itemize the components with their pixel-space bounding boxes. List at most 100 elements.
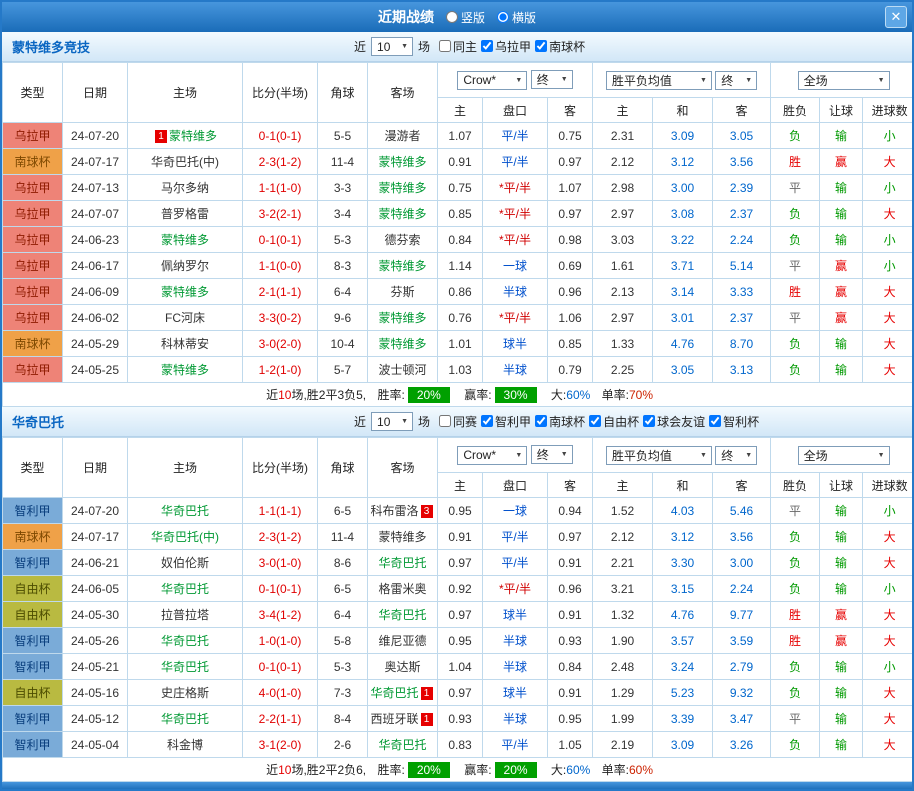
filter-checkbox[interactable]: 南球杯 xyxy=(535,38,585,55)
asian-home-odds-cell: 1.04 xyxy=(438,654,483,680)
layout-radio-horizontal-input[interactable] xyxy=(497,11,509,23)
handicap-win-rate-label: 赢率: xyxy=(464,388,491,402)
win-rate-badge: 20% xyxy=(408,762,450,778)
team-name: 马尔多纳 xyxy=(161,181,209,195)
score-cell: 2-1(1-1) xyxy=(243,279,318,305)
handicap-cell: 半球 xyxy=(483,654,548,680)
asian-away-odds-cell: 0.75 xyxy=(548,123,593,149)
europe-home-odds-cell: 2.25 xyxy=(593,357,653,383)
result-cell: 负 xyxy=(771,227,820,253)
europe-draw-odds-cell: 3.15 xyxy=(653,576,713,602)
filter-checkbox-input[interactable] xyxy=(481,40,493,52)
layout-radio-vertical-input[interactable] xyxy=(446,11,458,23)
layout-radio-horizontal[interactable]: 横版 xyxy=(497,9,536,26)
europe-stage-dropdown[interactable]: 终▼ xyxy=(715,71,757,90)
scope-dropdown[interactable]: 全场▼ xyxy=(798,446,890,465)
europe-draw-odds-cell: 3.09 xyxy=(653,123,713,149)
filter-checkbox[interactable]: 同赛 xyxy=(439,413,477,430)
col-header-corner: 角球 xyxy=(318,438,368,498)
filter-checkbox-label: 乌拉甲 xyxy=(495,38,531,55)
europe-odds-dropdown[interactable]: 胜平负均值▼ xyxy=(606,446,712,465)
team-name: 蒙特维多 xyxy=(161,363,209,377)
score-cell: 3-2(2-1) xyxy=(243,201,318,227)
filter-checkbox-input[interactable] xyxy=(481,415,493,427)
match-row: 乌拉甲24-06-17佩纳罗尔1-1(0-0)8-3蒙特维多1.14一球0.69… xyxy=(3,253,914,279)
filter-checkbox[interactable]: 自由杯 xyxy=(589,413,639,430)
filter-checkbox-input[interactable] xyxy=(535,415,547,427)
filter-checkbox-input[interactable] xyxy=(643,415,655,427)
filter-checkbox-input[interactable] xyxy=(535,40,547,52)
filter-checkbox-input[interactable] xyxy=(439,40,451,52)
asian-home-odds-cell: 0.97 xyxy=(438,680,483,706)
date-cell: 24-07-17 xyxy=(63,524,128,550)
europe-draw-odds-cell: 3.09 xyxy=(653,732,713,758)
team-name: 拉普拉塔 xyxy=(161,608,209,622)
filter-checkbox-input[interactable] xyxy=(709,415,721,427)
match-row: 乌拉甲24-07-13马尔多纳1-1(1-0)3-3蒙特维多0.75*平/半1.… xyxy=(3,175,914,201)
filter-checkbox[interactable]: 乌拉甲 xyxy=(481,38,531,55)
europe-stage-value: 终 xyxy=(721,72,733,89)
filter-checkbox[interactable]: 南球杯 xyxy=(535,413,585,430)
filter-checkbox-input[interactable] xyxy=(439,415,451,427)
league-cell: 智利甲 xyxy=(3,732,63,758)
odds-stage-dropdown[interactable]: 终▼ xyxy=(531,445,573,464)
filter-checkbox[interactable]: 智利杯 xyxy=(709,413,759,430)
europe-home-odds-cell: 1.61 xyxy=(593,253,653,279)
handicap-result-cell: 输 xyxy=(820,227,863,253)
asian-odds-group-header: Crow*▼ 终▼ xyxy=(438,438,593,473)
away-team-cell: 华奇巴托 xyxy=(368,732,438,758)
team-name: 华奇巴托 xyxy=(161,660,209,674)
asian-away-odds-cell: 0.98 xyxy=(548,227,593,253)
match-count-dropdown[interactable]: 10 ▼ xyxy=(371,412,413,431)
corner-cell: 8-4 xyxy=(318,706,368,732)
asian-home-odds-cell: 0.97 xyxy=(438,602,483,628)
chevron-down-icon: ▼ xyxy=(515,452,522,459)
away-team-cell: 蒙特维多 xyxy=(368,305,438,331)
europe-stage-dropdown[interactable]: 终▼ xyxy=(715,446,757,465)
scope-dropdown[interactable]: 全场▼ xyxy=(798,71,890,90)
goals-result-cell: 大 xyxy=(863,357,914,383)
results-tbody: 乌拉甲24-07-201蒙特维多0-1(0-1)5-5漫游者1.07平/半0.7… xyxy=(3,123,914,383)
filter-checkbox[interactable]: 球会友谊 xyxy=(643,413,705,430)
corner-cell: 5-8 xyxy=(318,628,368,654)
result-cell: 负 xyxy=(771,550,820,576)
away-team-cell: 蒙特维多 xyxy=(368,149,438,175)
results-tbody: 智利甲24-07-20华奇巴托1-1(1-1)6-5科布雷洛30.95一球0.9… xyxy=(3,498,914,758)
handicap-result-cell: 赢 xyxy=(820,602,863,628)
team-name: 蒙特维多 xyxy=(378,181,426,195)
chevron-down-icon: ▼ xyxy=(401,418,408,425)
near-label: 近 xyxy=(354,413,366,430)
match-row: 自由杯24-05-16史庄格斯4-0(1-0)7-3华奇巴托10.97球半0.9… xyxy=(3,680,914,706)
corner-cell: 5-5 xyxy=(318,123,368,149)
single-rate-label: 单率: xyxy=(602,388,629,402)
chevron-down-icon: ▼ xyxy=(700,452,707,459)
odds-stage-dropdown[interactable]: 终▼ xyxy=(531,70,573,89)
asian-away-odds-cell: 0.96 xyxy=(548,279,593,305)
single-rate-value: 70% xyxy=(629,388,653,402)
handicap-result-cell: 输 xyxy=(820,331,863,357)
filter-checkbox-input[interactable] xyxy=(589,415,601,427)
bookmaker-dropdown[interactable]: Crow*▼ xyxy=(457,71,527,90)
team-name: 华奇巴托 xyxy=(378,608,426,622)
handicap-cell: 平/半 xyxy=(483,149,548,175)
close-button[interactable]: ✕ xyxy=(885,6,907,28)
europe-draw-odds-cell: 4.76 xyxy=(653,602,713,628)
europe-odds-dropdown[interactable]: 胜平负均值▼ xyxy=(606,71,712,90)
team-name: 科金博 xyxy=(167,738,203,752)
league-cell: 乌拉甲 xyxy=(3,305,63,331)
score-cell: 1-1(1-1) xyxy=(243,498,318,524)
filter-checkbox[interactable]: 智利甲 xyxy=(481,413,531,430)
layout-radio-vertical[interactable]: 竖版 xyxy=(446,9,485,26)
bookmaker-dropdown[interactable]: Crow*▼ xyxy=(457,446,527,465)
filter-checkbox[interactable]: 同主 xyxy=(439,38,477,55)
europe-home-odds-cell: 2.19 xyxy=(593,732,653,758)
home-team-cell: 奴伯伦斯 xyxy=(128,550,243,576)
subcol-asian-away: 客 xyxy=(548,98,593,123)
asian-home-odds-cell: 1.03 xyxy=(438,357,483,383)
match-count-dropdown[interactable]: 10 ▼ xyxy=(371,37,413,56)
chevron-down-icon: ▼ xyxy=(745,77,752,84)
asian-home-odds-cell: 0.86 xyxy=(438,279,483,305)
handicap-cell: 一球 xyxy=(483,253,548,279)
col-header-away: 客场 xyxy=(368,438,438,498)
subcol-asian-away: 客 xyxy=(548,473,593,498)
